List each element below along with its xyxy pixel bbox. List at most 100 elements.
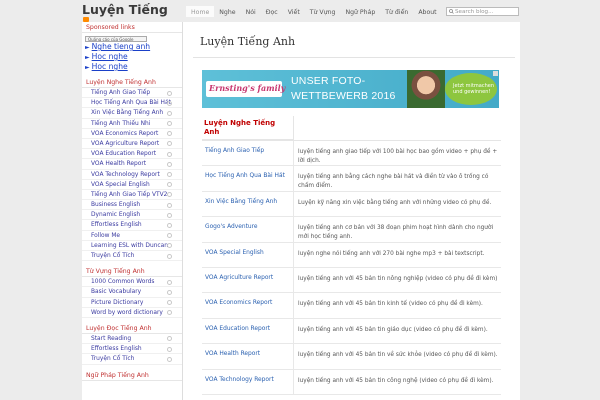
sidebar-link[interactable]: VOA Technology Report (82, 170, 182, 180)
course-link[interactable]: VOA Education Report (202, 318, 294, 344)
course-link[interactable]: Gogo's Adventure (202, 217, 294, 242)
sidebar-link[interactable]: Tiếng Anh Thiếu Nhi (82, 119, 182, 129)
circle-bullet-icon (167, 233, 172, 239)
sidebar-link-label: Tiếng Anh Thiếu Nhi (91, 120, 151, 127)
circle-bullet-icon (167, 131, 172, 137)
banner-bubble: Jetzt mitmachen und gewinnen! (445, 73, 497, 105)
sidebar-link[interactable]: VOA Education Report (82, 149, 182, 160)
search-icon (449, 9, 454, 14)
ad-link-label: Hoc nghe (91, 62, 128, 71)
ad-banner[interactable]: Ernsting's family UNSER FOTO- WETTBEWERB… (202, 70, 499, 108)
sidebar-link-label: Effortless English (91, 346, 142, 353)
nav-item[interactable]: Từ Vựng (305, 6, 341, 17)
ad-link[interactable]: ► Hoc nghe (82, 62, 182, 72)
circle-bullet-icon (167, 243, 172, 249)
sidebar-link[interactable]: Xin Việc Bằng Tiếng Anh (82, 108, 182, 119)
sidebar-link[interactable]: VOA Economics Report (82, 129, 182, 139)
sidebar-link[interactable]: Tiếng Anh Giao Tiếp (82, 88, 182, 99)
sidebar-link-label: VOA Education Report (91, 151, 157, 158)
course-link[interactable]: VOA Agriculture Report (202, 267, 294, 293)
circle-bullet-icon (167, 346, 172, 352)
search-input[interactable] (455, 8, 517, 15)
sidebar-link[interactable]: VOA Health Report (82, 159, 182, 170)
course-link[interactable]: Học Tiếng Anh Qua Bài Hát (202, 166, 294, 191)
sidebar-link-label: Word by word dictionary (91, 309, 163, 316)
ad-link-label: Nghe tieng anh (91, 42, 151, 51)
banner-photo (407, 70, 445, 108)
ad-link[interactable]: ► Nghe tieng anh (82, 42, 182, 52)
nav-item[interactable]: Nói (241, 6, 261, 17)
course-description: luyện nghe nói tiếng anh với 270 bài ngh… (298, 250, 485, 257)
title-divider (193, 57, 515, 58)
sidebar-link[interactable]: Start Reading (82, 334, 182, 345)
course-description: luyện tiếng anh giao tiếp với 100 bài họ… (298, 149, 498, 164)
course-link[interactable]: VOA Health Report (202, 344, 294, 369)
table-row: Xin Việc Bằng Tiếng Anh Luyện kỹ năng xin… (202, 191, 501, 218)
nav-item[interactable]: Đọc (261, 6, 283, 17)
course-link[interactable]: VOA Special English (202, 242, 294, 267)
nav-item[interactable]: Viết (283, 6, 305, 17)
sidebar-link-label: Basic Vocabulary (91, 289, 142, 296)
table-row: Tiếng Anh Giao Tiếp luyện tiếng anh giao … (202, 141, 501, 167)
section-title: Từ Vựng Tiếng Anh (82, 266, 182, 278)
sidebar-link[interactable]: Dynamic English (82, 210, 182, 221)
nav-item[interactable]: Ngữ Pháp (340, 6, 380, 17)
course-link[interactable]: VOA Technology Report (202, 369, 294, 394)
circle-bullet-icon (167, 90, 172, 96)
page-title: Luyện Tiếng Anh (200, 35, 296, 48)
nav-item[interactable]: Nghe (214, 6, 240, 17)
ad-link[interactable]: ► Hoc nghe (82, 52, 182, 62)
sidebar-link[interactable]: Effortless English (82, 220, 182, 231)
sidebar-link[interactable]: Business English (82, 200, 182, 211)
sidebar-link[interactable]: Học Tiếng Anh Qua Bài Hát (82, 98, 182, 109)
sidebar-link[interactable]: Follow Me (82, 231, 182, 241)
ad-close-icon[interactable] (493, 71, 498, 76)
ad-link-label: Hoc nghe (91, 52, 128, 61)
triangle-right-icon: ► (85, 64, 90, 71)
circle-bullet-icon (167, 100, 172, 106)
main-content: Luyện Tiếng Anh Ernsting's family UNSER … (183, 22, 520, 400)
sidebar-link-label: 1000 Common Words (91, 279, 155, 286)
circle-bullet-icon (167, 310, 172, 316)
sidebar-link-label: Effortless English (91, 222, 142, 229)
sidebar-link-label: Picture Dictionary (91, 299, 144, 306)
nav-item[interactable]: About (413, 6, 441, 17)
circle-bullet-icon (167, 151, 172, 157)
sidebar-link[interactable]: 1000 Common Words (82, 277, 182, 288)
main-nav: Home Nghe Nói Đọc Viết Từ Vựng Ngữ Pháp Từ điển… (186, 6, 442, 20)
sponsored-title: Sponsored links (82, 22, 182, 33)
sidebar-link[interactable]: Tiếng Anh Giao Tiếp VTV2 (82, 190, 182, 201)
sidebar-link-label: Học Tiếng Anh Qua Bài Hát (91, 100, 171, 107)
course-description: luyện tiếng anh với 45 bản tin kinh tế (… (298, 301, 483, 308)
sidebar-link[interactable]: VOA Agriculture Report (82, 139, 182, 150)
circle-bullet-icon (167, 300, 172, 306)
table-row: VOA Economics Report luyện tiếng anh với … (202, 293, 501, 319)
sidebar-link[interactable]: Truyện Cổ Tích (82, 354, 182, 365)
table-row: VOA Education Report luyện tiếng anh với … (202, 318, 501, 345)
sidebar-link-label: VOA Technology Report (91, 171, 160, 178)
circle-bullet-icon (167, 222, 172, 228)
course-description: luyện tiếng anh với 45 bản tin nông nghi… (298, 275, 498, 282)
course-link[interactable]: VOA Economics Report (202, 293, 294, 318)
sidebar-link[interactable]: Picture Dictionary (82, 298, 182, 308)
sidebar-link-label: Xin Việc Bằng Tiếng Anh (91, 110, 164, 117)
sidebar-link[interactable]: Effortless English (82, 344, 182, 355)
sidebar-link[interactable]: VOA Special English (82, 180, 182, 190)
course-link[interactable]: Xin Việc Bằng Tiếng Anh (202, 191, 294, 217)
sidebar-link[interactable]: Word by word dictionary (82, 308, 182, 318)
circle-bullet-icon (167, 141, 172, 147)
site-title[interactable]: Luyện Tiếng (82, 2, 168, 17)
sidebar-link-label: Tiếng Anh Giao Tiếp (91, 90, 151, 96)
nav-item[interactable]: Home (186, 6, 215, 17)
section-title: Luyện Đọc Tiếng Anh (82, 323, 182, 334)
sidebar-link[interactable]: Basic Vocabulary (82, 287, 182, 298)
sidebar-link-label: Follow Me (91, 232, 121, 239)
course-link[interactable]: Tiếng Anh Giao Tiếp (202, 141, 294, 166)
banner-line-2: WETTBEWERB 2016 (291, 90, 396, 102)
sidebar-link[interactable]: Learning ESL with Duncan (82, 241, 182, 251)
sidebar-link[interactable]: Truyện Cổ Tích (82, 251, 182, 262)
search-box (446, 7, 519, 16)
table-row: Gogo's Adventure luyện tiếng anh cơ bản v… (202, 217, 501, 243)
bubble-line-2: und gewinnen! (453, 89, 491, 95)
nav-item[interactable]: Từ điển (380, 6, 413, 17)
